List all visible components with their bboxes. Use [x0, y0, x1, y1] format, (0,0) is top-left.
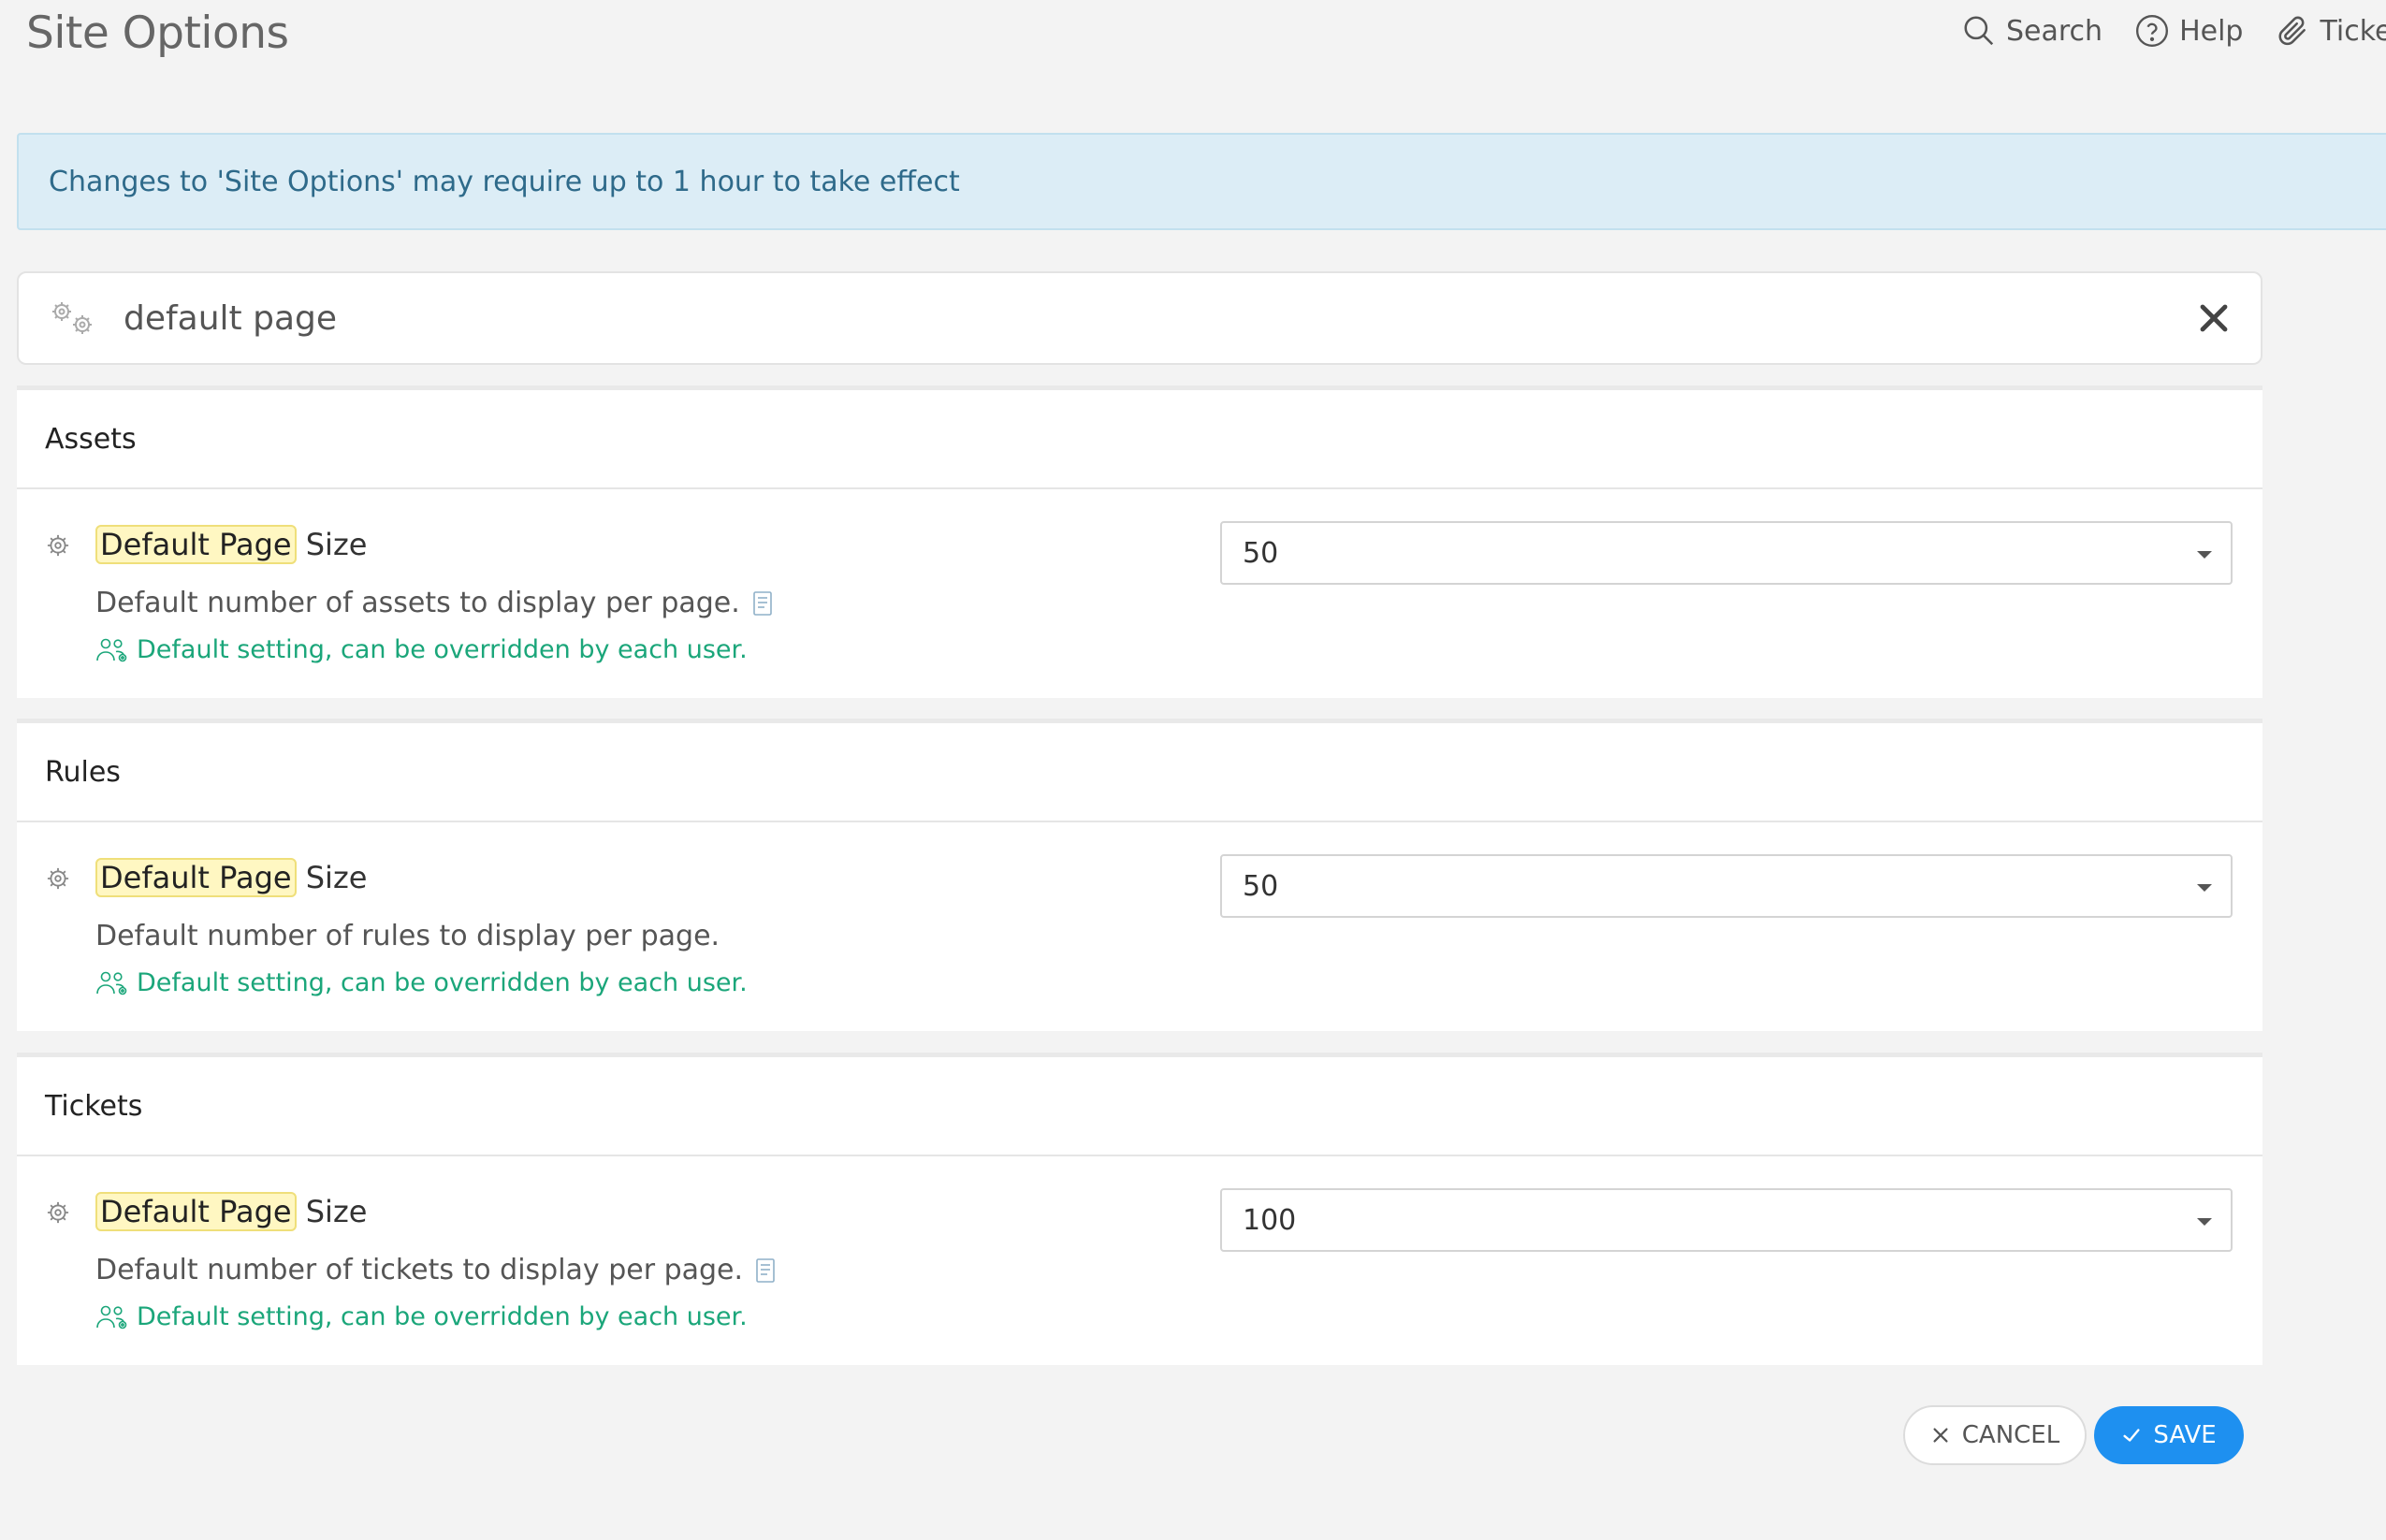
section-title: Tickets: [17, 1057, 2262, 1156]
section-title: Rules: [17, 723, 2262, 822]
setting-title-rest: Size: [296, 1194, 368, 1229]
description-text: Default number of rules to display per p…: [95, 920, 720, 952]
check-icon: [2123, 1429, 2140, 1442]
setting-note: Default setting, can be overridden by ea…: [95, 968, 748, 997]
top-actions: Search Help Ticket: [1961, 13, 2386, 49]
help-link[interactable]: Help: [2134, 13, 2243, 49]
alert-message: Changes to 'Site Options' may require up…: [49, 165, 960, 198]
setting-title: Default Page Size: [95, 1192, 368, 1231]
document-icon[interactable]: [751, 590, 774, 617]
search-link-label: Search: [2006, 14, 2103, 48]
page-size-select[interactable]: 50: [1220, 854, 2233, 918]
setting-description: Default number of assets to display per …: [95, 587, 774, 619]
section-title: Assets: [17, 390, 2262, 489]
section-tickets: Tickets Default Page Size Default number…: [17, 1053, 2262, 1365]
paperclip-icon: [2278, 16, 2306, 46]
setting-row: Default Page Size Default number of tick…: [17, 1156, 2262, 1360]
section-assets: Assets Default Page Size Default number …: [17, 385, 2262, 698]
caret-down-icon: [2197, 884, 2212, 892]
setting-description: Default number of rules to display per p…: [95, 920, 720, 952]
description-text: Default number of tickets to display per…: [95, 1254, 744, 1286]
ticket-link-label: Ticket: [2320, 14, 2386, 48]
description-text: Default number of assets to display per …: [95, 587, 740, 619]
save-button[interactable]: SAVE: [2094, 1406, 2244, 1464]
section-rules: Rules Default Page Size Default number o…: [17, 719, 2262, 1031]
page-title: Site Options: [26, 7, 289, 59]
setting-row: Default Page Size Default number of rule…: [17, 822, 2262, 1026]
setting-title-rest: Size: [296, 860, 368, 895]
setting-note: Default setting, can be overridden by ea…: [95, 1302, 748, 1331]
caret-down-icon: [2197, 551, 2212, 559]
note-text: Default setting, can be overridden by ea…: [137, 968, 748, 997]
info-alert: Changes to 'Site Options' may require up…: [17, 133, 2386, 230]
gear-icon: [47, 867, 69, 890]
gear-icon: [47, 534, 69, 557]
setting-description: Default number of tickets to display per…: [95, 1254, 777, 1286]
select-value: 50: [1243, 536, 1279, 570]
help-icon: [2136, 14, 2169, 48]
gears-icon: [52, 302, 92, 334]
ticket-link[interactable]: Ticket: [2275, 13, 2386, 49]
search-highlight: Default Page: [95, 525, 297, 564]
setting-title: Default Page Size: [95, 525, 368, 564]
close-icon: [1933, 1428, 1948, 1443]
settings-filter: [17, 271, 2262, 365]
document-icon[interactable]: [754, 1257, 777, 1284]
setting-note: Default setting, can be overridden by ea…: [95, 635, 748, 664]
search-icon: [1964, 16, 1994, 46]
gear-icon: [47, 1201, 69, 1224]
save-button-label: SAVE: [2153, 1421, 2217, 1449]
search-link[interactable]: Search: [1961, 13, 2102, 49]
search-highlight: Default Page: [95, 858, 297, 897]
page-size-select[interactable]: 50: [1220, 521, 2233, 585]
cancel-button[interactable]: CANCEL: [1903, 1405, 2087, 1465]
users-gear-icon: [96, 971, 127, 995]
filter-input[interactable]: [122, 289, 2261, 347]
setting-title-rest: Size: [296, 527, 368, 562]
cancel-button-label: CANCEL: [1961, 1421, 2060, 1449]
setting-title: Default Page Size: [95, 858, 368, 897]
select-value: 100: [1243, 1203, 1297, 1237]
note-text: Default setting, can be overridden by ea…: [137, 635, 748, 664]
select-value: 50: [1243, 869, 1279, 903]
users-gear-icon: [96, 638, 127, 661]
setting-row: Default Page Size Default number of asse…: [17, 489, 2262, 693]
search-highlight: Default Page: [95, 1192, 297, 1231]
close-icon[interactable]: [2197, 301, 2231, 335]
users-gear-icon: [96, 1305, 127, 1329]
help-link-label: Help: [2179, 14, 2244, 48]
caret-down-icon: [2197, 1218, 2212, 1226]
note-text: Default setting, can be overridden by ea…: [137, 1302, 748, 1331]
page-size-select[interactable]: 100: [1220, 1188, 2233, 1252]
